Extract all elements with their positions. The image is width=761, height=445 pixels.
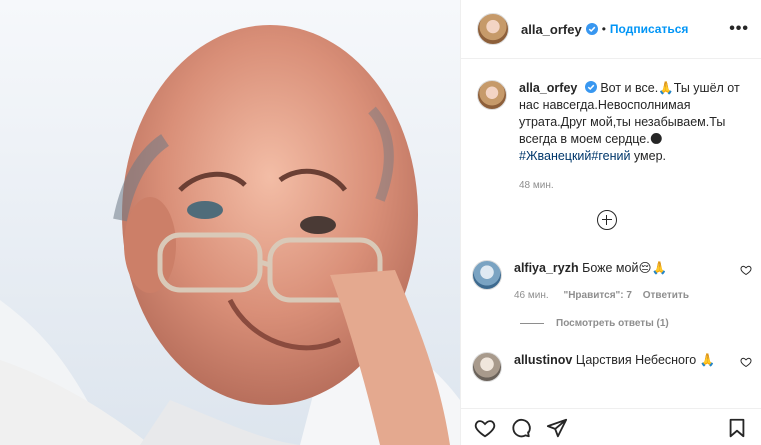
post-viewer: alla_orfey • Подписаться ••• alla_orfey … (0, 0, 761, 445)
comment-time[interactable]: 46 мин. (514, 290, 549, 301)
caption-tail: умер. (630, 149, 667, 163)
comment-body: allustinov Царствия Небесного 🙏 (514, 352, 739, 382)
view-replies-label[interactable]: Посмотреть ответы (1) (556, 318, 669, 329)
comment-item: allustinov Царствия Небесного 🙏 (472, 352, 752, 382)
post-caption: alla_orfey Вот и все.🙏Ты ушёл от нас нав… (477, 80, 749, 194)
view-replies[interactable]: Посмотреть ответы (1) (520, 318, 669, 329)
verified-icon (584, 81, 597, 93)
caption-avatar[interactable] (477, 80, 507, 110)
commenter-username[interactable]: allustinov (514, 353, 572, 367)
load-more-icon[interactable] (597, 210, 617, 230)
author-username[interactable]: alla_orfey (521, 22, 582, 37)
more-icon[interactable]: ••• (729, 20, 749, 38)
bookmark-icon[interactable] (726, 417, 748, 439)
separator-dot: • (601, 22, 606, 36)
commenter-avatar[interactable] (472, 352, 502, 382)
caption-hashtags[interactable]: #Жванецкий#гений (519, 149, 630, 163)
commenter-avatar[interactable] (472, 260, 502, 290)
follow-button[interactable]: Подписаться (610, 22, 688, 36)
comment-likes[interactable]: "Нравится": 7 (563, 290, 632, 301)
post-time[interactable]: 48 мин. (519, 177, 749, 194)
comment-meta: 46 мин. "Нравится": 7 Ответить (514, 287, 739, 304)
heart-icon[interactable] (474, 417, 496, 439)
share-icon[interactable] (546, 417, 568, 439)
post-header: alla_orfey • Подписаться ••• (461, 0, 761, 59)
comment-text: Царствия Небесного 🙏 (575, 353, 716, 367)
portrait-image (0, 0, 460, 445)
post-photo[interactable] (0, 0, 460, 445)
comment-text: Боже мой😔🙏 (582, 261, 668, 275)
comment-icon[interactable] (510, 417, 532, 439)
heart-icon[interactable] (740, 264, 752, 276)
caption-username[interactable]: alla_orfey (519, 81, 577, 95)
heart-icon[interactable] (740, 356, 752, 368)
comment-item: alfiya_ryzh Боже мой😔🙏 46 мин. "Нравится… (472, 260, 752, 304)
replies-divider (520, 323, 544, 324)
caption-body: alla_orfey Вот и все.🙏Ты ушёл от нас нав… (519, 80, 749, 194)
verified-icon (585, 23, 598, 35)
post-actions (460, 408, 761, 445)
author-avatar[interactable] (477, 13, 509, 45)
reply-button[interactable]: Ответить (643, 290, 689, 301)
commenter-username[interactable]: alfiya_ryzh (514, 261, 579, 275)
comment-body: alfiya_ryzh Боже мой😔🙏 46 мин. "Нравится… (514, 260, 739, 304)
